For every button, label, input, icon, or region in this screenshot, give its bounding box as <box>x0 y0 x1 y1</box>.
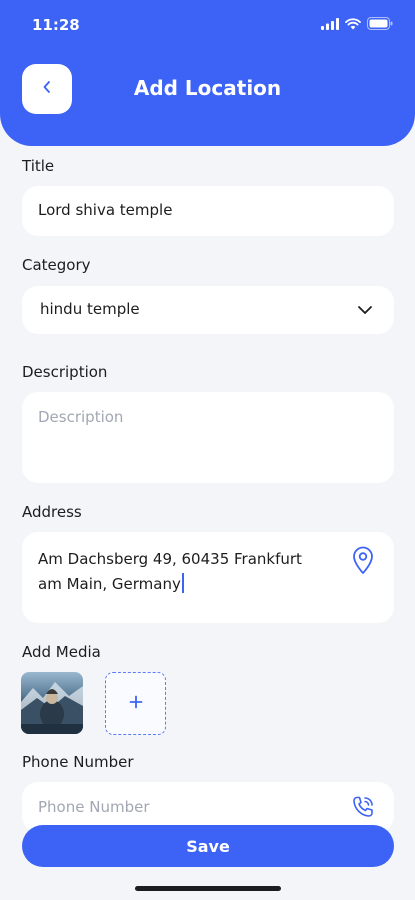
category-label: Category <box>22 256 91 274</box>
phone-label: Phone Number <box>22 753 134 771</box>
address-line-1: Am Dachsberg 49, 60435 Frankfurt <box>38 550 302 568</box>
app-header: 11:28 Add Location <box>0 0 415 146</box>
media-label: Add Media <box>22 643 101 661</box>
text-cursor <box>181 573 184 593</box>
status-icons <box>321 15 393 34</box>
page-title: Add Location <box>133 76 282 100</box>
title-value: Lord shiva temple <box>38 201 173 219</box>
description-field[interactable]: Description <box>22 392 394 483</box>
add-media-button[interactable] <box>105 672 166 735</box>
wifi-icon <box>345 15 361 34</box>
media-thumbnail[interactable] <box>21 672 83 734</box>
plus-icon <box>129 694 143 713</box>
category-value: hindu temple <box>40 300 140 318</box>
location-pin-icon[interactable] <box>350 544 376 576</box>
battery-icon <box>367 15 393 34</box>
title-label: Title <box>22 157 55 175</box>
home-indicator <box>135 886 281 891</box>
phone-icon <box>350 794 376 820</box>
save-button[interactable]: Save <box>22 825 394 867</box>
status-time: 11:28 <box>32 16 80 34</box>
address-field[interactable]: Am Dachsberg 49, 60435 Frankfurt am Main… <box>22 532 394 623</box>
category-select[interactable]: hindu temple <box>22 286 394 334</box>
phone-placeholder: Phone Number <box>38 798 150 816</box>
signal-icon <box>321 15 339 34</box>
address-line-2: am Main, Germany <box>38 572 338 597</box>
description-label: Description <box>22 363 108 381</box>
title-field[interactable]: Lord shiva temple <box>22 186 394 236</box>
address-label: Address <box>22 503 82 521</box>
status-bar: 11:28 <box>0 0 415 50</box>
chevron-down-icon <box>356 302 374 318</box>
description-placeholder: Description <box>38 408 124 426</box>
address-value: Am Dachsberg 49, 60435 Frankfurt am Main… <box>38 547 338 597</box>
address-line-2-text: am Main, Germany <box>38 575 181 593</box>
